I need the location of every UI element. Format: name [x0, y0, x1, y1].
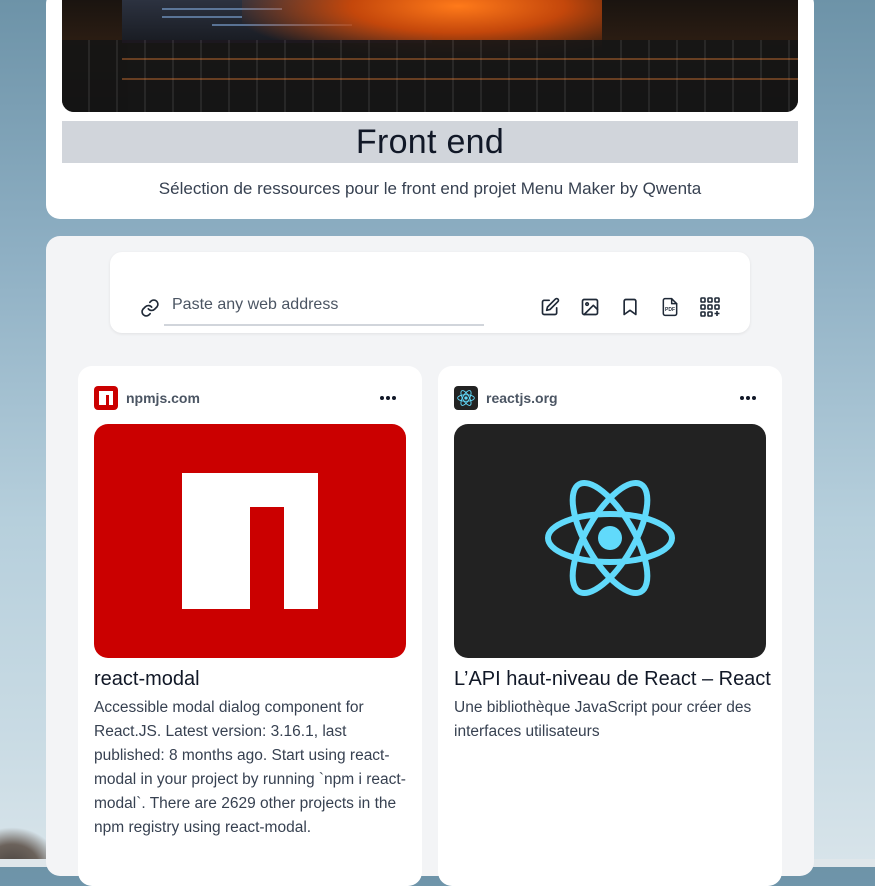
link-card[interactable]: npmjs.com react-modal Accessible modal d… [78, 366, 422, 886]
card-source: npmjs.com [94, 386, 200, 410]
note-icon[interactable] [539, 296, 561, 318]
add-link-toolbar: PDF [110, 252, 750, 333]
npm-favicon-icon [94, 386, 118, 410]
collection-header-card: Front end Sélection de ressources pour l… [46, 0, 814, 219]
svg-text:PDF: PDF [665, 307, 675, 313]
card-description: Une bibliothèque JavaScript pour créer d… [454, 699, 752, 740]
card-thumbnail[interactable] [454, 424, 766, 658]
bookmark-icon[interactable] [619, 296, 641, 318]
collection-subtitle: Sélection de ressources pour le front en… [158, 179, 702, 198]
apps-add-icon[interactable] [699, 296, 721, 318]
collection-title-bar: Front end [62, 121, 798, 163]
card-thumbnail[interactable] [94, 424, 406, 658]
more-options-icon[interactable] [736, 388, 760, 408]
url-input[interactable] [164, 286, 484, 326]
hero-keyboard [62, 40, 798, 112]
card-title[interactable]: react-modal [94, 668, 200, 691]
collection-content-card: PDF npmjs.com re [46, 236, 814, 886]
image-icon[interactable] [579, 296, 601, 318]
hero-image [62, 0, 798, 112]
more-options-icon[interactable] [376, 388, 400, 408]
react-favicon-icon [454, 386, 478, 410]
card-description: Accessible modal dialog component for Re… [94, 699, 406, 836]
card-domain[interactable]: npmjs.com [126, 390, 200, 406]
react-logo-icon [545, 479, 675, 597]
card-title[interactable]: L’API haut-niveau de React – React [454, 668, 771, 691]
card-source: reactjs.org [454, 386, 558, 410]
collection-title: Front end [355, 122, 505, 161]
link-card[interactable]: reactjs.org L’API haut-niveau de React –… [438, 366, 782, 886]
pdf-icon[interactable]: PDF [659, 296, 681, 318]
link-icon [140, 298, 160, 323]
card-domain[interactable]: reactjs.org [486, 390, 558, 406]
